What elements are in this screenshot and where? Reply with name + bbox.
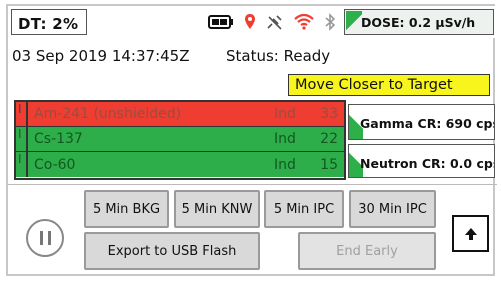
five-min-knw-button[interactable]: 5 Min KNW (174, 190, 260, 228)
isotope-count: 33 (320, 106, 338, 122)
end-early-button[interactable]: End Early (298, 232, 436, 270)
arrow-up-icon (464, 227, 477, 240)
dose-rate-readout: DOSE: 0.2 µSv/h (344, 9, 494, 35)
isotope-row[interactable]: I Am-241 (unshielded) Ind 33 (16, 102, 344, 127)
isotope-row[interactable]: I Co-60 Ind 15 (16, 152, 344, 177)
gps-off-icon (267, 15, 282, 30)
isotope-class: Ind (274, 131, 296, 147)
timestamp: 03 Sep 2019 14:37:45Z (12, 47, 190, 65)
up-arrow-button[interactable] (452, 215, 489, 252)
neutron-count-rate: Neutron CR: 0.0 cps (348, 144, 495, 178)
status-icons (208, 10, 340, 34)
location-pin-icon (245, 14, 255, 29)
wifi-icon (294, 14, 314, 30)
thirty-min-ipc-button[interactable]: 30 Min IPC (349, 190, 436, 228)
divider (8, 184, 497, 185)
isotope-name: Am-241 (unshielded) (34, 106, 182, 122)
isotope-class: Ind (274, 106, 296, 122)
isotope-count: 15 (320, 156, 338, 173)
neutron-count-rate-label: Neutron CR: 0.0 cps (360, 156, 495, 171)
isotope-flag: I (16, 127, 28, 151)
isotope-flag: I (16, 152, 28, 177)
status-bar: DT: 2% DOSE: 0.2 µSv/h (8, 6, 497, 38)
isotope-count: 22 (320, 131, 338, 147)
isotope-row[interactable]: I Cs-137 Ind 22 (16, 127, 344, 152)
five-min-ipc-button[interactable]: 5 Min IPC (264, 190, 344, 228)
isotope-class: Ind (274, 156, 296, 173)
isotope-name: Cs-137 (34, 131, 83, 147)
isotope-name: Co-60 (34, 156, 76, 173)
pause-button[interactable] (26, 219, 64, 257)
gamma-count-rate: Gamma CR: 690 cps (348, 104, 495, 140)
bluetooth-icon (325, 13, 336, 31)
export-usb-button[interactable]: Export to USB Flash (84, 232, 260, 270)
warning-row: Move Closer to Target (8, 70, 497, 100)
isotope-table: I Am-241 (unshielded) Ind 33 I Cs-137 In… (14, 100, 346, 180)
five-min-bkg-button[interactable]: 5 Min BKG (84, 190, 169, 228)
pause-icon (39, 231, 43, 245)
status-text: Status: Ready (226, 47, 331, 65)
info-row: 03 Sep 2019 14:37:45Z Status: Ready (8, 40, 497, 68)
isotope-flag: I (16, 102, 28, 126)
dead-time-readout: DT: 2% (11, 9, 87, 35)
gamma-count-rate-label: Gamma CR: 690 cps (360, 116, 495, 131)
battery-icon (208, 15, 233, 29)
warning-banner: Move Closer to Target (288, 74, 490, 96)
device-screen: DT: 2% DOSE: 0.2 µSv/h 03 Sep 2019 14:37… (6, 4, 497, 276)
